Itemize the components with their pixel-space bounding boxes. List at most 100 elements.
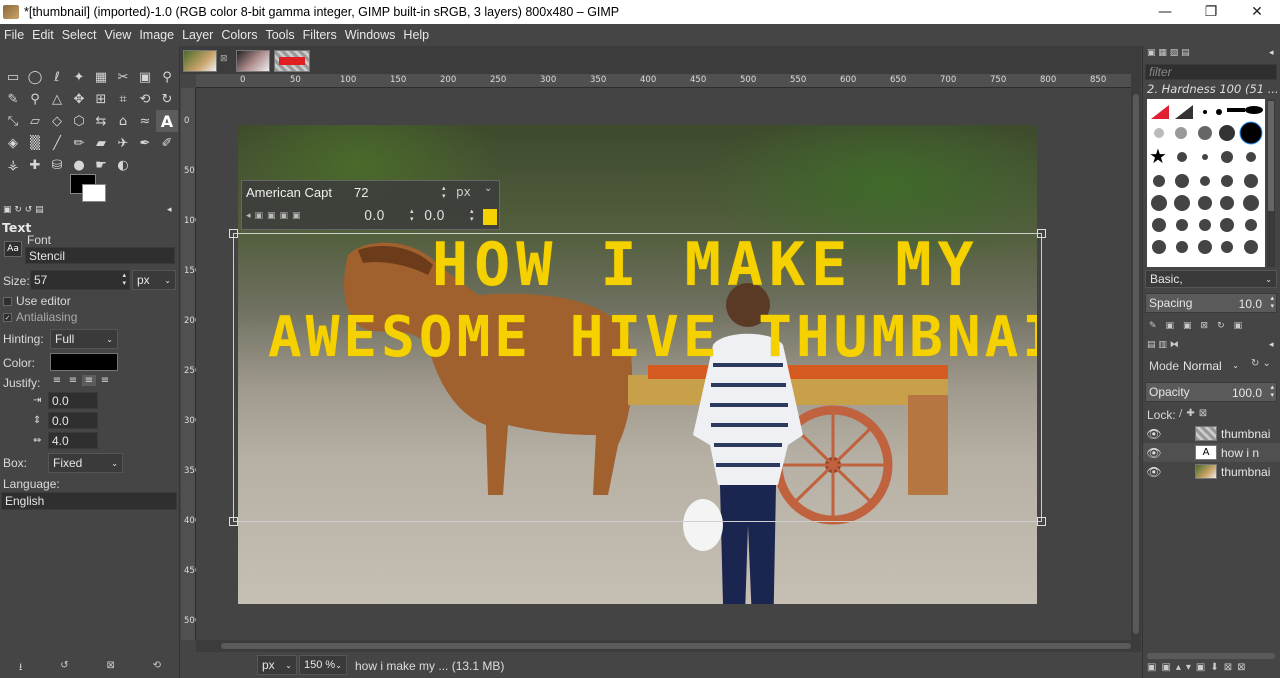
panel-menu-icon[interactable]: ◂ <box>1269 48 1274 58</box>
toolbar-unit-select[interactable]: px <box>456 185 471 199</box>
save-options-icon[interactable]: ⭳ <box>19 660 23 678</box>
fuzzy-select-icon[interactable]: ✦ <box>68 66 90 88</box>
panel-menu-icon[interactable]: ◂ <box>167 205 172 215</box>
pencil-icon[interactable]: ✏ <box>68 132 90 154</box>
layer-row[interactable]: 👁 thumbnai <box>1143 462 1280 481</box>
panel-menu-icon[interactable]: ◂ <box>1269 340 1274 350</box>
eye-icon[interactable]: 👁 <box>1143 446 1165 460</box>
foreground-select-icon[interactable]: ▣ <box>134 66 156 88</box>
menu-colors[interactable]: Colors <box>221 28 257 42</box>
eye-icon[interactable]: 👁 <box>1143 427 1165 441</box>
zoom-icon[interactable]: ⚲ <box>24 88 46 110</box>
unit-select[interactable]: px ⌄ <box>257 655 297 675</box>
cage-icon[interactable]: ⌂ <box>112 110 134 132</box>
color-select-icon[interactable]: ▦ <box>90 66 112 88</box>
letter-spacing-input[interactable]: 4.0 <box>48 432 98 449</box>
menu-windows[interactable]: Windows <box>345 28 396 42</box>
mode-select[interactable]: Normal ⌄ <box>1179 356 1243 375</box>
unified-transform-icon[interactable]: ⟲ <box>134 88 156 110</box>
layers-tabs[interactable]: ▤ ▥ ⧓ <box>1147 340 1179 350</box>
image-tab-2[interactable] <box>236 50 270 72</box>
layer-row[interactable]: 👁 thumbnai <box>1143 424 1280 443</box>
use-editor-checkbox[interactable]: Use editor <box>3 294 71 308</box>
box-select[interactable]: Fixed ⌄ <box>48 453 123 473</box>
measure-icon[interactable]: △ <box>46 88 68 110</box>
3d-transform-icon[interactable]: ⬡ <box>68 110 90 132</box>
baseline-spin-arrows[interactable]: ▴ ▾ <box>410 207 414 223</box>
smudge-icon[interactable]: ☛ <box>90 154 112 176</box>
clone-icon[interactable]: ⚶ <box>2 154 24 176</box>
delete-options-icon[interactable]: ⊠ <box>106 660 114 678</box>
spacing-slider[interactable]: Spacing 10.0 ▴ ▾ <box>1145 293 1277 313</box>
image-tab-3[interactable] <box>274 50 310 72</box>
fg-bg-colors[interactable] <box>70 174 110 204</box>
mode-switch-icon[interactable]: ↻ ⌄ <box>1251 358 1271 369</box>
heal-icon[interactable]: ✚ <box>24 154 46 176</box>
resize-handle-br[interactable] <box>1037 517 1046 526</box>
flip-icon[interactable]: ⇆ <box>90 110 112 132</box>
text-box-frame[interactable] <box>229 229 1046 526</box>
zoom-select[interactable]: 150 % ⌄ <box>299 655 347 675</box>
resize-handle-bl[interactable] <box>229 517 238 526</box>
horizontal-scrollbar[interactable] <box>196 640 1141 652</box>
brush-filter-input[interactable]: filter <box>1145 64 1277 80</box>
menu-image[interactable]: Image <box>139 28 174 42</box>
kerning-field[interactable]: 0.0 <box>424 209 445 224</box>
font-name-field[interactable]: Stencil <box>25 247 175 264</box>
gradient-icon[interactable]: ▒ <box>24 132 46 154</box>
menu-edit[interactable]: Edit <box>32 28 54 42</box>
spacing-spin-arrows[interactable]: ▴ ▾ <box>1270 295 1274 311</box>
brush-grid[interactable]: ★ <box>1147 99 1265 267</box>
opacity-slider[interactable]: Opacity 100.0 ▴ ▾ <box>1145 382 1277 402</box>
reset-options-icon[interactable]: ⟲ <box>153 660 161 678</box>
size-spin-arrows[interactable]: ▴ ▾ <box>122 272 126 288</box>
menu-tools[interactable]: Tools <box>265 28 294 42</box>
size-spin-arrows[interactable]: ▴ ▾ <box>442 184 446 200</box>
justify-center-icon[interactable]: ≡ <box>82 375 96 386</box>
rotate-icon[interactable]: ↻ <box>156 88 178 110</box>
color-picker-icon[interactable]: ✎ <box>2 88 24 110</box>
layer-action-icons[interactable]: ▣▣▴▾▣⬇⊠⊠ <box>1147 662 1251 673</box>
ellipse-select-icon[interactable]: ◯ <box>24 66 46 88</box>
toolbar-font-field[interactable]: American Capt <box>246 185 332 200</box>
scissors-icon[interactable]: ✂ <box>112 66 134 88</box>
bucket-fill-icon[interactable]: ◈ <box>2 132 24 154</box>
baseline-field[interactable]: 0.0 <box>364 209 385 224</box>
font-selector[interactable]: Aa Font Stencil <box>0 233 178 267</box>
dodge-burn-icon[interactable]: ◐ <box>112 154 134 176</box>
preset-select[interactable]: Basic, ⌄ <box>1145 270 1277 288</box>
horizontal-ruler[interactable]: 0 50 100 150 200 250 300 350 400 450 500… <box>196 74 1131 88</box>
kerning-spin-arrows[interactable]: ▴ ▾ <box>470 207 474 223</box>
justify-right-icon[interactable]: ≡ <box>66 375 80 386</box>
align-icon[interactable]: ⊞ <box>90 88 112 110</box>
chevron-down-icon[interactable]: ⌄ <box>484 183 492 194</box>
dock-tabs[interactable]: ▣ ▦ ▧ ▤ <box>1147 48 1190 58</box>
resize-handle-tl[interactable] <box>229 229 238 238</box>
ink-icon[interactable]: ✒ <box>134 132 156 154</box>
toolbar-size-field[interactable]: 72 <box>354 185 368 200</box>
restore-options-icon[interactable]: ↺ <box>60 660 68 678</box>
menu-file[interactable]: File <box>4 28 24 42</box>
menu-help[interactable]: Help <box>403 28 429 42</box>
warp-icon[interactable]: ≈ <box>134 110 156 132</box>
hinting-select[interactable]: Full ⌄ <box>50 329 118 349</box>
justify-left-icon[interactable]: ≡ <box>50 375 64 386</box>
size-input[interactable]: 57 ▴ ▾ <box>30 270 130 290</box>
language-field[interactable]: English <box>1 492 177 510</box>
tool-options-tab-icon[interactable]: ▣ ↻ ↺ ▤ <box>3 205 44 215</box>
move-icon[interactable]: ✥ <box>68 88 90 110</box>
perspective-icon[interactable]: ◇ <box>46 110 68 132</box>
image-tab-1[interactable] <box>183 50 217 72</box>
brush-scrollbar[interactable] <box>1267 99 1275 267</box>
airbrush-icon[interactable]: ✈ <box>112 132 134 154</box>
close-button[interactable]: ✕ <box>1234 0 1280 24</box>
eraser-icon[interactable]: ▰ <box>90 132 112 154</box>
justify-fill-icon[interactable]: ≡ <box>98 375 112 386</box>
brush-action-icons[interactable]: ✎▣▣⊠↻▣ <box>1149 321 1251 331</box>
size-unit-select[interactable]: px ⌄ <box>132 270 176 290</box>
perspective-clone-icon[interactable]: ⛁ <box>46 154 68 176</box>
close-tab-icon[interactable]: ⊠ <box>220 54 228 64</box>
opacity-spin-arrows[interactable]: ▴ ▾ <box>1270 384 1274 400</box>
crop-icon[interactable]: ⌗ <box>112 88 134 110</box>
menu-view[interactable]: View <box>104 28 131 42</box>
